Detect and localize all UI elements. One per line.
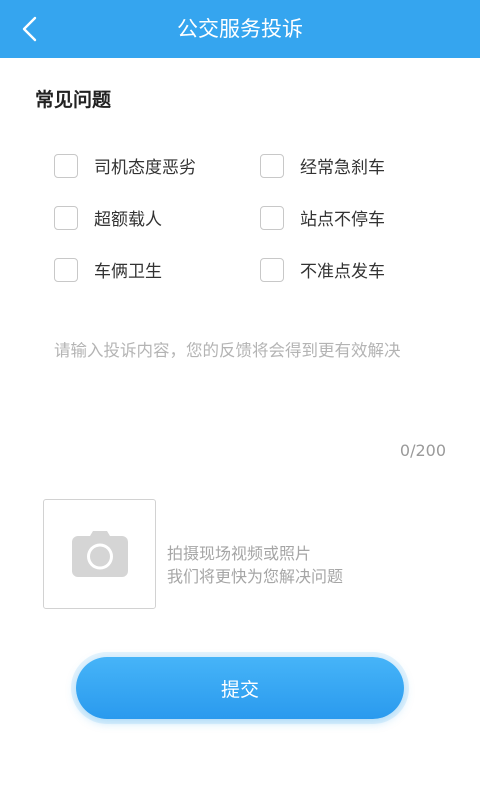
checkbox[interactable] [54, 205, 78, 230]
issue-option-label: 超额载人 [94, 210, 162, 230]
issue-option-label: 经常急刹车 [300, 158, 385, 178]
issue-option-hard-braking[interactable]: 经常急刹车 [260, 153, 385, 178]
camera-icon [71, 531, 128, 577]
back-button[interactable] [10, 9, 50, 49]
photo-upload-button[interactable] [43, 499, 156, 609]
chevron-left-icon [22, 16, 37, 42]
photo-hint-line2: 我们将更快为您解决问题 [167, 567, 344, 586]
issue-option-skipped-stop[interactable]: 站点不停车 [260, 205, 385, 230]
checkbox[interactable] [260, 153, 284, 178]
page-title: 公交服务投诉 [177, 17, 303, 41]
photo-upload-hint: 拍摄现场视频或照片 我们将更快为您解决问题 [167, 542, 343, 588]
photo-hint-line1: 拍摄现场视频或照片 [167, 544, 312, 563]
issue-option-label: 司机态度恶劣 [94, 158, 196, 178]
issue-option-label: 不准点发车 [300, 262, 385, 282]
issue-option-label: 车俩卫生 [94, 262, 162, 282]
checkbox[interactable] [54, 153, 78, 178]
issue-option-overloading[interactable]: 超额载人 [54, 205, 162, 230]
issue-option-rude-driver[interactable]: 司机态度恶劣 [54, 153, 196, 178]
issue-option-label: 站点不停车 [300, 210, 385, 230]
submit-button[interactable]: 提交 [76, 657, 404, 719]
top-bar: 公交服务投诉 [0, 0, 480, 58]
issue-option-late-departure[interactable]: 不准点发车 [260, 257, 385, 282]
checkbox[interactable] [260, 205, 284, 230]
complaint-textarea[interactable] [42, 330, 446, 426]
character-counter: 0/200 [399, 441, 446, 460]
checkbox[interactable] [260, 257, 284, 282]
common-issues-title: 常见问题 [35, 89, 112, 111]
issue-option-vehicle-hygiene[interactable]: 车俩卫生 [54, 257, 162, 282]
checkbox[interactable] [54, 257, 78, 282]
